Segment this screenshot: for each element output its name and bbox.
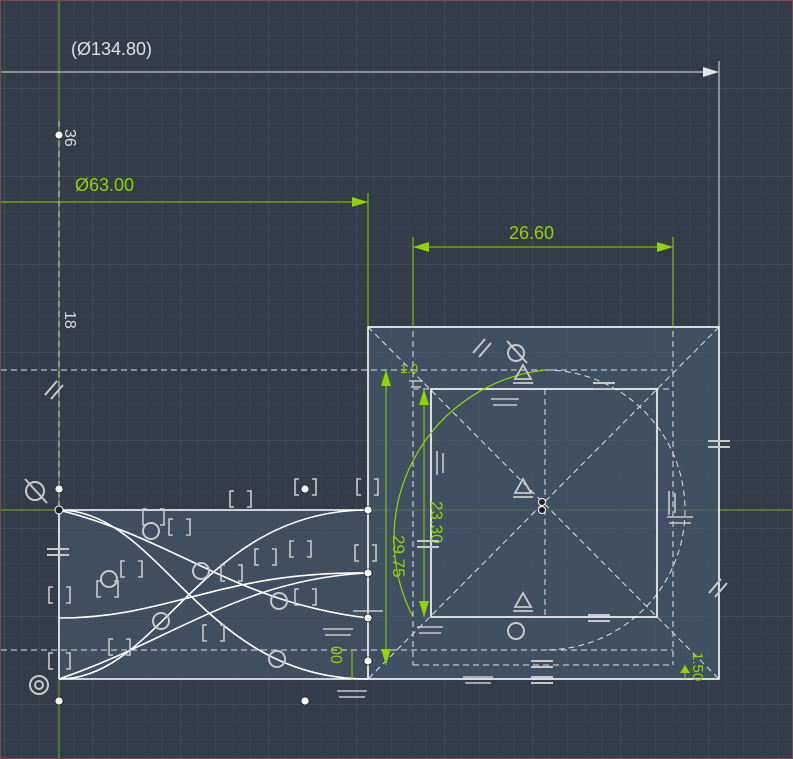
sketch-canvas[interactable]: (Ø134.80) Ø63.00 26.60 23.30 29.75 1.0 0… <box>0 0 793 759</box>
outer-diameter-label[interactable]: (Ø134.80) <box>71 39 152 59</box>
small-10-label[interactable]: 1.0 <box>400 361 418 376</box>
height-29-label[interactable]: 29.75 <box>389 535 408 578</box>
offset-150-label[interactable]: 1.50 <box>689 652 706 681</box>
height-23-label[interactable]: 23.30 <box>427 501 446 544</box>
top-width-label[interactable]: 26.60 <box>509 223 554 243</box>
lofted-profile-fill <box>59 510 368 679</box>
sketch-drawing[interactable]: (Ø134.80) Ø63.00 26.60 23.30 29.75 1.0 0… <box>1 1 792 758</box>
inner-diameter-label[interactable]: Ø63.00 <box>75 175 134 195</box>
vert-18-label[interactable]: 18 <box>61 311 78 329</box>
offset-00-label[interactable]: 00 <box>327 646 344 664</box>
vert-36-label[interactable]: 36 <box>61 129 78 147</box>
